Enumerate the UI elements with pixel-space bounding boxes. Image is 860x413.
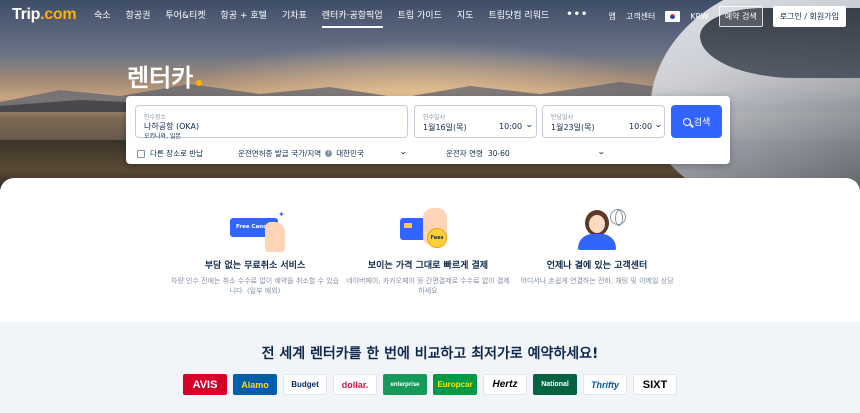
nav-item-map[interactable]: 지도 xyxy=(457,9,474,23)
brand-logo-sixt: SIXT xyxy=(633,374,677,395)
pickup-location-field[interactable]: 인수장소 나하공항 (OKA) 오키나와, 일본 xyxy=(135,105,408,140)
license-value: 대한민국 xyxy=(336,149,364,158)
brand-logo-enterprise: enterprise xyxy=(383,374,427,395)
login-button[interactable]: 로그인 / 회원가입 xyxy=(772,6,846,27)
chevron-down-icon[interactable]: ⌄ xyxy=(597,147,606,156)
return-date-label: 반납일시 xyxy=(551,114,574,121)
nav-item-trip-guide[interactable]: 트립 가이드 xyxy=(398,9,442,23)
feature-title: 언제나 곁에 있는 고객센터 xyxy=(546,261,648,271)
brand-logo-thrifty: Thrifty xyxy=(583,374,627,395)
different-return-label: 다른 장소로 반납 xyxy=(150,149,204,158)
nav-right: 앱 고객센터 KRW 예약 검색 로그인 / 회원가입 xyxy=(608,6,846,27)
checkbox-icon[interactable] xyxy=(137,149,145,158)
feature-desc: 어디서나 손쉽게 연결하는 전화, 채팅 및 이메일 상담 xyxy=(520,277,674,285)
return-date-field[interactable]: 반납일시 1월23일(목) 10:00 ⌄ xyxy=(542,105,665,138)
agent-face-icon xyxy=(589,215,605,233)
nav-item-flights[interactable]: 항공권 xyxy=(126,9,151,23)
support-illustration xyxy=(512,204,682,252)
search-icon xyxy=(682,117,691,126)
chevron-down-icon[interactable]: ⌄ xyxy=(525,120,534,129)
feature-desc: 차량 인수 전에는 취소 수수료 없이 예약을 취소할 수 있습니다. (일부 … xyxy=(170,277,340,295)
fees-coin-icon: Fees xyxy=(427,228,447,248)
return-date-value: 1월23일(목) xyxy=(551,123,595,132)
nav-item-tours[interactable]: 투어&티켓 xyxy=(165,9,205,23)
brand-logo-dollar: dollar. xyxy=(333,374,377,395)
nav-item-hotels[interactable]: 숙소 xyxy=(94,9,111,23)
agent-body-icon xyxy=(578,234,616,250)
feature-title: 부담 없는 무료취소 서비스 xyxy=(204,261,306,271)
driver-age-label: 운전자 연령 xyxy=(446,149,483,158)
logo[interactable]: Trip.com xyxy=(12,6,77,24)
feature-support: 언제나 곁에 있는 고객센터 어디서나 손쉽게 연결하는 전화, 채팅 및 이메… xyxy=(512,204,682,286)
license-label: 운전면허증 발급 국가/지역 xyxy=(238,149,322,158)
brand-logo-europcar: Europcar xyxy=(433,374,477,395)
feature-desc: 네이버페이, 카카오페이 등 간편결제로 수수료 없이 결제하세요 xyxy=(346,277,510,295)
pickup-date-field[interactable]: 인수일시 1월16일(목) 10:00 ⌄ xyxy=(414,105,537,138)
different-return-checkbox[interactable]: 다른 장소로 반납 xyxy=(137,148,203,159)
search-button-label: 검색 xyxy=(693,118,711,128)
brand-logo-hertz: Hertz xyxy=(483,374,527,395)
pickup-location-sub: 오키나와, 일본 xyxy=(144,133,181,140)
bookings-button[interactable]: 예약 검색 xyxy=(718,6,763,27)
korea-flag-icon[interactable] xyxy=(665,11,681,22)
brand-logo-budget: Budget xyxy=(283,374,327,395)
brand-logo-avis: AVIS xyxy=(183,374,227,395)
globe-icon xyxy=(610,209,626,226)
currency-selector[interactable]: KRW xyxy=(690,12,708,21)
top-nav: Trip.com 숙소 항공권 투어&티켓 항공 + 호텔 기차표 렌터카·공항… xyxy=(0,0,860,32)
feature-title: 보이는 가격 그대로 빠르게 결제 xyxy=(367,261,489,271)
info-icon[interactable]: i xyxy=(325,150,333,157)
feature-free-cancel: Free Cancel ✦ 부담 없는 무료취소 서비스 차량 인수 전에는 취… xyxy=(170,204,340,296)
partners-section: 전 세계 렌터카를 한 번에 비교하고 최저가로 예약하세요! AVIS Alam… xyxy=(0,322,860,413)
return-time-value[interactable]: 10:00 xyxy=(629,122,652,131)
nav-item-flight-hotel[interactable]: 항공 + 호텔 xyxy=(221,9,267,23)
pickup-time-value[interactable]: 10:00 xyxy=(499,122,522,131)
more-menu-icon[interactable]: ••• xyxy=(566,9,588,23)
brand-logo-national: National xyxy=(533,374,577,395)
nav-item-car-rental[interactable]: 렌터카·공항픽업 xyxy=(321,9,383,28)
payment-illustration: Fees xyxy=(343,204,513,252)
chevron-down-icon[interactable]: ⌄ xyxy=(654,120,663,129)
feature-payment: Fees 보이는 가격 그대로 빠르게 결제 네이버페이, 카카오페이 등 간편… xyxy=(343,204,513,296)
page-title: 렌터카 xyxy=(127,58,203,93)
nav-menu: 숙소 항공권 투어&티켓 항공 + 호텔 기차표 렌터카·공항픽업 트립 가이드… xyxy=(94,9,588,28)
nav-item-trains[interactable]: 기차표 xyxy=(282,9,307,23)
title-dot-icon xyxy=(196,80,203,86)
driver-age-selector[interactable]: 운전자 연령 30-60 ⌄ xyxy=(446,147,605,159)
search-panel: 인수장소 나하공항 (OKA) 오키나와, 일본 인수일시 1월16일(목) 1… xyxy=(126,96,730,164)
nav-item-rewards[interactable]: 트립닷컴 리워드 xyxy=(488,9,549,23)
license-country-selector[interactable]: 운전면허증 발급 국가/지역 i 대한민국 ⌄ xyxy=(238,147,408,159)
hand-icon xyxy=(265,222,285,252)
app-link[interactable]: 앱 xyxy=(608,11,615,22)
sparkle-icon: ✦ xyxy=(278,210,285,219)
chevron-down-icon[interactable]: ⌄ xyxy=(399,147,408,156)
pickup-date-label: 인수일시 xyxy=(423,114,446,121)
search-button[interactable]: 검색 xyxy=(671,105,722,138)
driver-age-value: 30-60 xyxy=(487,149,510,158)
free-cancel-illustration: Free Cancel ✦ xyxy=(170,204,340,252)
pickup-date-value: 1월16일(목) xyxy=(423,123,467,132)
partners-title: 전 세계 렌터카를 한 번에 비교하고 최저가로 예약하세요! xyxy=(261,346,599,362)
pickup-location-label: 인수장소 xyxy=(144,114,167,121)
brand-logos: AVIS Alamo Budget dollar. enterprise Europcar… xyxy=(183,374,677,395)
support-link[interactable]: 고객센터 xyxy=(626,11,655,22)
brand-logo-alamo: Alamo xyxy=(233,374,277,395)
